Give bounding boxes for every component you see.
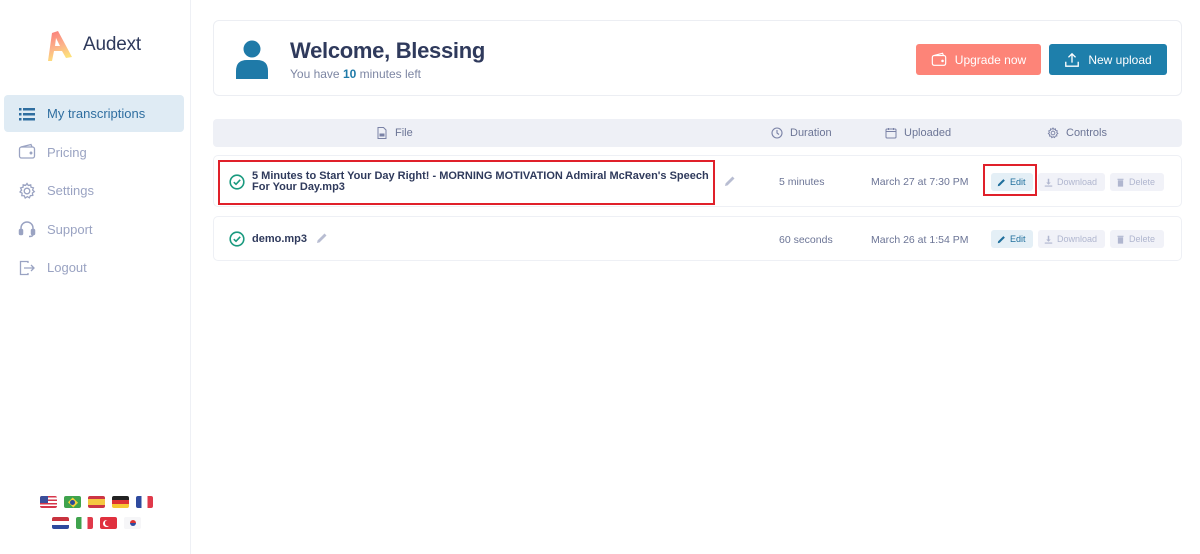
flag-netherlands-icon[interactable] [52, 517, 69, 529]
new-upload-button[interactable]: New upload [1049, 44, 1167, 75]
column-uploaded: Uploaded [885, 119, 951, 147]
flag-us-icon[interactable] [40, 496, 57, 508]
wallet-icon [18, 143, 36, 161]
edit-button[interactable]: Edit [991, 230, 1033, 248]
sidebar-item-pricing[interactable]: Pricing [4, 134, 184, 171]
upgrade-now-button[interactable]: Upgrade now [916, 44, 1041, 75]
sidebar-item-label: My transcriptions [47, 106, 146, 121]
sidebar-item-label: Settings [47, 183, 94, 198]
flag-spain-icon[interactable] [88, 496, 105, 508]
download-icon [1044, 178, 1053, 187]
duration: 60 seconds [779, 234, 833, 246]
table-row: demo.mp3 60 seconds March 26 at 1:54 PM … [213, 216, 1182, 261]
welcome-title: Welcome, Blessing [290, 38, 486, 63]
flag-france-icon[interactable] [136, 496, 153, 508]
rename-pencil-icon[interactable] [724, 175, 736, 187]
app-name: Audext [83, 34, 141, 55]
delete-button[interactable]: Delete [1110, 173, 1164, 191]
download-button[interactable]: Download [1038, 230, 1105, 248]
file-icon [377, 127, 387, 139]
table-header: File Duration Uploaded Controls [213, 119, 1182, 147]
pencil-icon [997, 235, 1005, 243]
gear-icon [18, 181, 36, 200]
pencil-icon [997, 178, 1005, 186]
uploaded-date: March 26 at 1:54 PM [871, 234, 969, 246]
sidebar-item-label: Logout [47, 260, 87, 275]
file-name[interactable]: 5 Minutes to Start Your Day Right! - MOR… [252, 171, 712, 193]
logo[interactable]: Audext [40, 27, 141, 63]
check-circle-icon [229, 174, 245, 190]
rename-pencil-icon[interactable] [316, 232, 328, 244]
trash-icon [1117, 235, 1124, 244]
file-name[interactable]: demo.mp3 [252, 234, 307, 245]
logo-mark-icon [48, 31, 72, 61]
flag-korea-icon[interactable] [124, 517, 141, 529]
minutes-left-count: 10 [342, 67, 357, 81]
welcome-card: Welcome, Blessing You have 10 minutes le… [213, 20, 1182, 96]
clock-icon [771, 127, 783, 139]
delete-button[interactable]: Delete [1110, 230, 1164, 248]
column-duration: Duration [771, 119, 832, 147]
sidebar-nav: My transcriptions Pricing Settings Suppo… [4, 95, 184, 288]
app: Audext My transcriptions Pricing Setting… [0, 0, 1200, 554]
user-avatar-icon [236, 40, 268, 79]
trash-icon [1117, 178, 1124, 187]
flag-turkey-icon[interactable] [100, 517, 117, 529]
edit-button[interactable]: Edit [991, 173, 1033, 191]
column-controls: Controls [1047, 119, 1107, 147]
language-selector [34, 496, 159, 538]
uploaded-date: March 27 at 7:30 PM [871, 176, 969, 188]
download-icon [1044, 235, 1053, 244]
duration: 5 minutes [779, 176, 825, 188]
logout-icon [18, 259, 36, 277]
sidebar-item-label: Pricing [47, 144, 87, 160]
sidebar-item-support[interactable]: Support [4, 211, 184, 248]
column-file: File [376, 119, 413, 147]
flag-italy-icon[interactable] [76, 517, 93, 529]
sidebar-item-settings[interactable]: Settings [4, 172, 184, 209]
flag-germany-icon[interactable] [112, 496, 129, 508]
list-icon [18, 105, 36, 123]
check-circle-icon [229, 231, 245, 247]
calendar-icon [885, 128, 897, 139]
download-button[interactable]: Download [1038, 173, 1105, 191]
sidebar: Audext My transcriptions Pricing Setting… [0, 0, 191, 554]
gear-icon [1047, 127, 1059, 139]
flag-brazil-icon[interactable] [64, 496, 81, 508]
table-row: 5 Minutes to Start Your Day Right! - MOR… [213, 155, 1182, 207]
upload-icon [1065, 52, 1080, 67]
sidebar-item-my-transcriptions[interactable]: My transcriptions [4, 95, 184, 132]
headset-icon [18, 220, 36, 238]
sidebar-item-label: Support [47, 221, 93, 237]
minutes-left: You have 10 minutes left [290, 67, 422, 81]
sidebar-item-logout[interactable]: Logout [4, 249, 184, 286]
wallet-icon [931, 52, 947, 66]
